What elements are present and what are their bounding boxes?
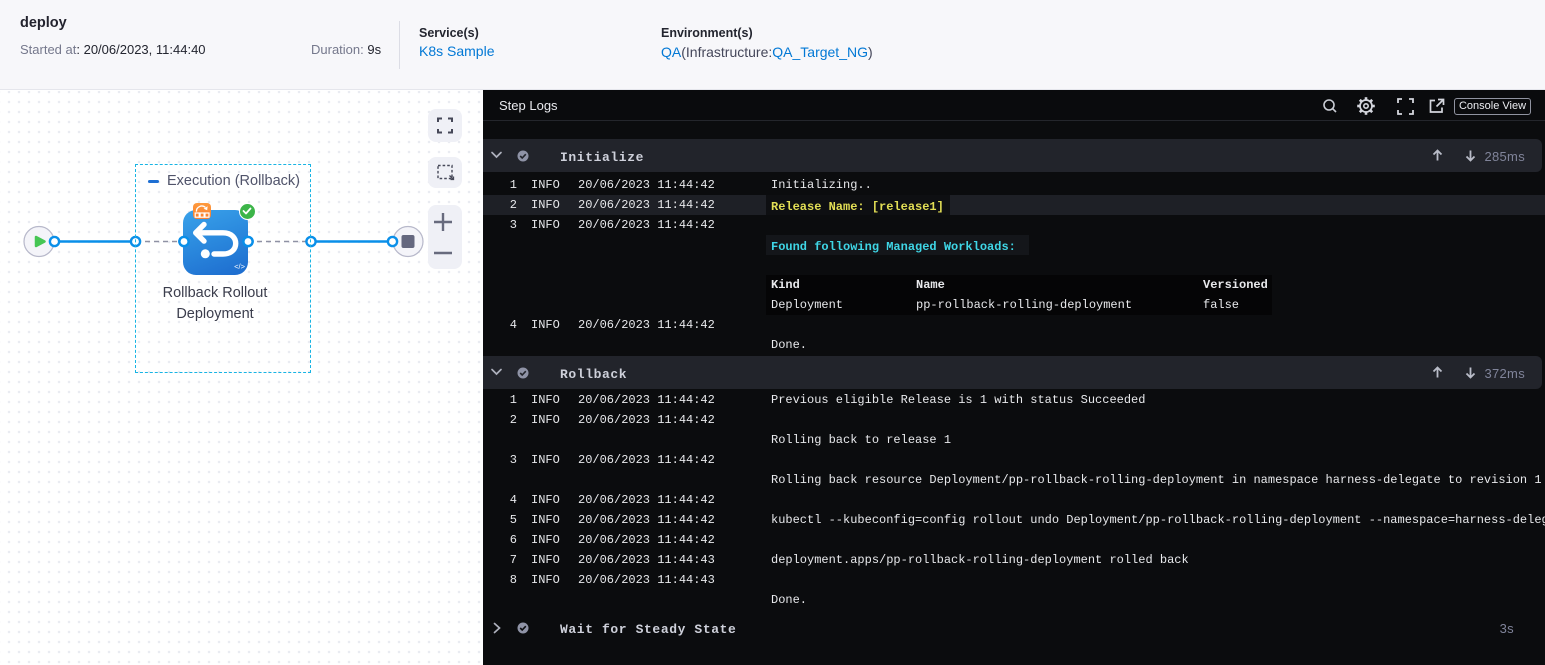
svg-text:</>: </> xyxy=(234,262,245,271)
